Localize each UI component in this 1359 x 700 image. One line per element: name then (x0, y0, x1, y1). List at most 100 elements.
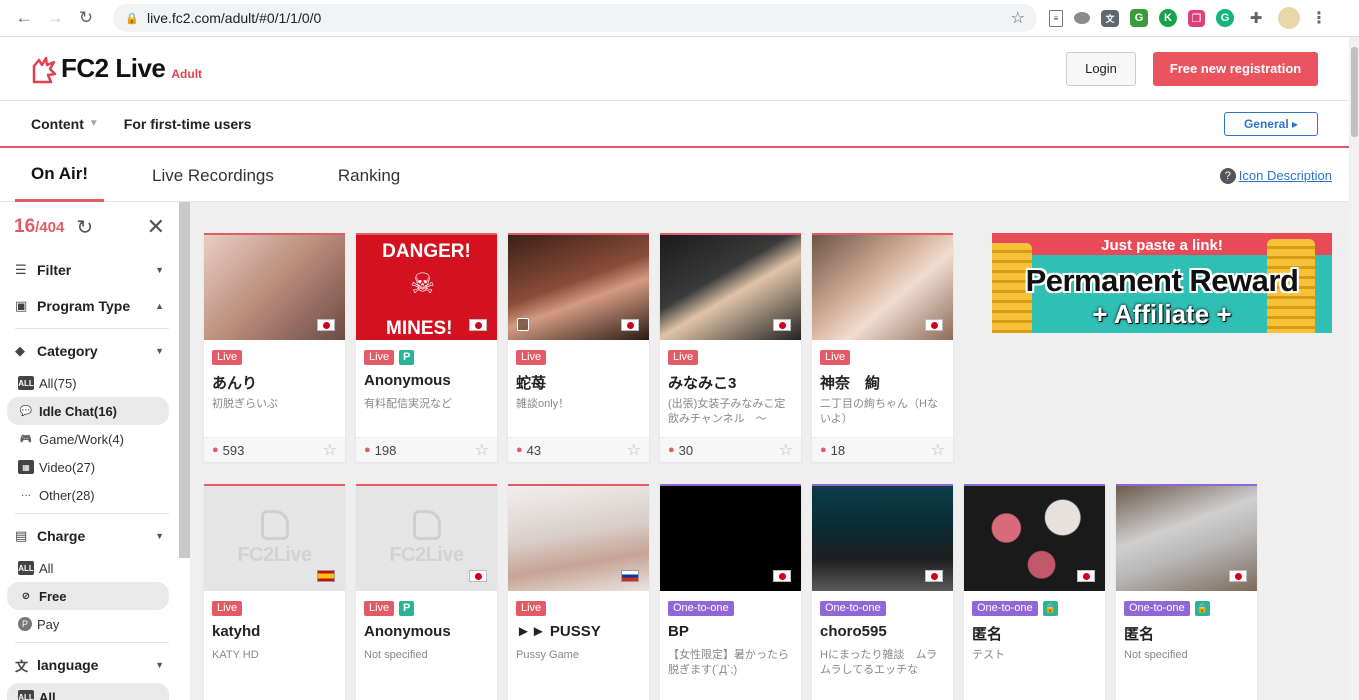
reload-icon[interactable]: ↻ (72, 4, 100, 32)
program-name: 神奈 絢 (820, 375, 881, 391)
charge-header[interactable]: ▤ Charge ▼ (15, 518, 169, 554)
translate-icon[interactable]: 文 (1101, 9, 1119, 27)
language-item-all[interactable]: ALL All (7, 683, 169, 700)
program-description: Not specified (364, 649, 428, 661)
program-thumbnail (964, 486, 1105, 591)
live-badge: Live (212, 349, 243, 365)
disk-icon[interactable] (1074, 12, 1090, 24)
viewer-count: 43 (526, 442, 542, 458)
charge-item-free[interactable]: ⊘ Free (7, 582, 169, 610)
category-label: Category (37, 343, 98, 359)
japan-flag-icon (469, 319, 487, 331)
favorite-star-icon[interactable]: ☆ (323, 440, 337, 460)
forward-icon[interactable]: → (41, 4, 69, 32)
category-label-idle-chat: Idle Chat(16) (39, 403, 118, 419)
general-button[interactable]: General ▸ (1224, 111, 1318, 136)
charge-label-free: Free (39, 588, 67, 604)
extension-g-icon[interactable]: G (1130, 9, 1148, 27)
program-thumbnail (660, 235, 801, 340)
menu-dots-icon[interactable]: ⋮ (1311, 8, 1327, 28)
refresh-icon[interactable]: ↻ (76, 215, 93, 240)
ad-sub-text: + Affiliate + (1092, 299, 1232, 329)
content-menu[interactable]: Content (31, 116, 84, 132)
filter-header[interactable]: ☰ Filter ▼ (15, 252, 169, 288)
favorite-star-icon[interactable]: ☆ (627, 440, 641, 460)
logo[interactable]: FC2 Live Adult (31, 53, 202, 84)
sidebar-scrollbar[interactable] (179, 202, 190, 558)
program-name: あんり (212, 375, 258, 391)
program-card[interactable]: One-to-one 🔒 匿名 テスト (964, 484, 1105, 700)
favorite-star-icon[interactable]: ☆ (475, 440, 489, 460)
charge-item-pay[interactable]: P Pay (0, 610, 169, 638)
tab-ranking[interactable]: Ranking (322, 150, 416, 202)
program-description: Not specified (1124, 649, 1188, 661)
one-to-one-badge: One-to-one (1124, 600, 1190, 616)
live-badge: Live (212, 600, 243, 616)
chevron-down-icon: ▼ (155, 531, 164, 541)
program-description: 雑談only！ (516, 398, 570, 410)
category-item-game-work[interactable]: 🎮 Game/Work(4) (0, 425, 169, 453)
back-icon[interactable]: ← (10, 4, 38, 32)
icon-description-link[interactable]: ? Icon Description (1219, 167, 1332, 184)
profile-avatar[interactable] (1278, 7, 1300, 29)
program-card[interactable]: Live みなみこ3 (出張)女装子みなみこ定飲みチャンネル 〜 ● 30 ☆ (660, 233, 801, 462)
first-time-link[interactable]: For first-time users (124, 116, 252, 132)
category-item-video[interactable]: ▦ Video(27) (0, 453, 169, 481)
browser-toolbar: ← → ↻ 🔒 live.fc2.com/adult/#0/1/1/0/0 ☆ … (0, 0, 1359, 37)
all-icon: ALL (18, 561, 34, 575)
language-header[interactable]: 文 language ▼ (15, 647, 169, 683)
category-item-all[interactable]: ALL All(75) (0, 369, 169, 397)
program-card[interactable]: FC2Live Live katyhd KATY HD (204, 484, 345, 700)
free-icon: ⊘ (21, 590, 31, 602)
viewer-icon: ● (364, 444, 371, 456)
category-header[interactable]: ◆ Category ▼ (15, 333, 169, 369)
program-card[interactable]: Live ►► PUSSY Pussy Game (508, 484, 649, 700)
extension-pink-icon[interactable]: ❐ (1188, 9, 1205, 27)
program-card[interactable]: One-to-one 🔒 匿名 Not specified (1116, 484, 1257, 700)
program-card[interactable]: One-to-one BP 【女性限定】暑かったら脱ぎます(´Д`;) (660, 484, 801, 700)
grammarly-icon[interactable]: G (1216, 9, 1234, 27)
affiliate-ad-banner[interactable]: Just paste a link! Permanent Reward + Af… (992, 233, 1332, 333)
charge-item-all[interactable]: ALL All (0, 554, 169, 582)
ad-top-text: Just paste a link! (1101, 237, 1223, 254)
program-card[interactable]: FC2Live Live P Anonymous Not specified (356, 484, 497, 700)
register-button[interactable]: Free new registration (1153, 51, 1318, 86)
lock-icon: 🔒 (125, 12, 139, 25)
category-item-idle-chat[interactable]: 💬 Idle Chat(16) (7, 397, 169, 425)
program-card[interactable]: One-to-one choro595 Hにまったり雑談 ムラムラしてるエッチな (812, 484, 953, 700)
tab-live-recordings[interactable]: Live Recordings (136, 150, 290, 202)
charge-label: Charge (37, 528, 86, 544)
lock-badge-icon: 🔒 (1194, 600, 1210, 616)
program-card[interactable]: Live あんり 初脱ぎらいぶ ● 593 ☆ (204, 233, 345, 462)
program-thumbnail (812, 486, 953, 591)
scrollbar-thumb[interactable] (1351, 47, 1358, 137)
close-icon[interactable]: ✕ (147, 214, 165, 240)
puzzle-icon[interactable]: ✚ (1245, 7, 1267, 29)
viewer-count: 18 (830, 442, 846, 458)
category-label-game: Game/Work(4) (39, 431, 124, 447)
favorite-star-icon[interactable]: ☆ (779, 440, 793, 460)
program-card[interactable]: Live 蛇苺 雑談only！ ● 43 ☆ (508, 233, 649, 462)
skull-icon: ☠ (410, 268, 436, 299)
japan-flag-icon (925, 570, 943, 582)
program-card[interactable]: Live 神奈 絢 二丁目の絢ちゃん（Hないよ） ● 18 ☆ (812, 233, 953, 462)
program-description: (出張)女装子みなみこ定飲みチャンネル 〜 (668, 398, 786, 425)
tab-on-air[interactable]: On Air! (15, 150, 104, 202)
program-description: 【女性限定】暑かったら脱ぎます(´Д`;) (668, 649, 789, 676)
page-scrollbar[interactable] (1349, 37, 1359, 700)
program-card[interactable]: DANGER! ☠ MINES! Live P Anonymous 有料配信実況な… (356, 233, 497, 462)
category-item-other[interactable]: ··· Other(28) (0, 481, 169, 509)
icon-description-label: Icon Description (1238, 168, 1332, 183)
favorite-star-icon[interactable]: ☆ (931, 440, 945, 460)
bookmark-star-icon[interactable]: ☆ (1011, 8, 1025, 28)
japan-flag-icon (469, 570, 487, 582)
login-button[interactable]: Login (1066, 51, 1136, 86)
category-label-all: All(75) (39, 375, 77, 391)
all-icon: ALL (18, 690, 34, 700)
program-description: テスト (972, 649, 1005, 661)
address-bar[interactable]: 🔒 live.fc2.com/adult/#0/1/1/0/0 ☆ (113, 4, 1037, 32)
extension-k-icon[interactable]: K (1159, 9, 1177, 27)
reader-icon[interactable]: ≡ (1049, 9, 1063, 27)
program-type-header[interactable]: ▣ Program Type ▲ (15, 288, 169, 324)
chevron-down-icon: ▼ (155, 660, 164, 670)
